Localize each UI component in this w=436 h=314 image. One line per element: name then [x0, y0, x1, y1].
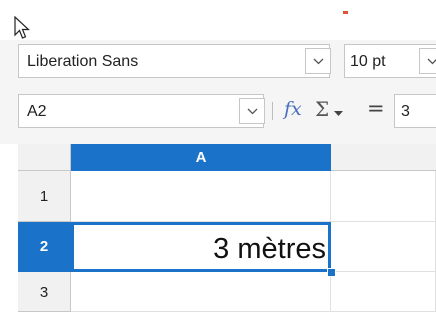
chevron-down-icon [247, 108, 258, 115]
name-box[interactable]: A2 [18, 94, 265, 128]
row-header-1[interactable]: 1 [18, 171, 71, 222]
cell-a1[interactable] [71, 171, 331, 222]
cursor-arrow-icon [14, 16, 30, 39]
font-size-combobox[interactable]: 10 pt [344, 44, 436, 78]
formula-input-value[interactable]: 3 [401, 103, 410, 121]
cell-b2[interactable] [331, 222, 436, 272]
formula-input-line[interactable]: 3 [394, 94, 436, 128]
top-toolbar-strip [0, 0, 436, 40]
chevron-down-icon [427, 58, 436, 65]
chevron-down-icon [313, 58, 324, 65]
fill-handle[interactable] [327, 268, 336, 277]
font-name-combobox[interactable]: Liberation Sans [18, 44, 331, 78]
name-box-dropdown-button[interactable] [239, 98, 265, 124]
font-name-dropdown-button[interactable] [305, 48, 331, 74]
spreadsheet-grid: A 1 2 3 3 mètres [0, 144, 436, 312]
name-box-value[interactable]: A2 [27, 103, 47, 121]
column-header-a[interactable]: A [71, 144, 331, 171]
sigma-dropdown-caret-icon[interactable] [334, 111, 343, 117]
select-all-corner[interactable] [18, 144, 71, 171]
font-toolbar-row: Liberation Sans 10 pt [0, 40, 436, 84]
sigma-icon[interactable]: Σ [315, 97, 329, 121]
formula-bar-separator [272, 102, 273, 120]
column-header-b[interactable] [331, 144, 436, 171]
toolbar-fragment-mark [343, 11, 348, 14]
font-size-dropdown-button[interactable] [419, 48, 436, 74]
cell-a3[interactable] [71, 272, 331, 312]
equals-icon[interactable]: = [367, 96, 385, 120]
row-header-3[interactable]: 3 [18, 272, 71, 312]
cell-b3[interactable] [331, 272, 436, 312]
cell-a2-value: 3 mètres [213, 233, 326, 265]
cell-b1[interactable] [331, 171, 436, 222]
formula-bar: A2 fx Σ = 3 [0, 84, 436, 144]
fx-icon[interactable]: fx [284, 98, 302, 120]
row-header-2[interactable]: 2 [18, 222, 71, 272]
cell-a2-selected[interactable]: 3 mètres [71, 222, 331, 272]
font-name-value[interactable]: Liberation Sans [27, 53, 138, 71]
font-size-value[interactable]: 10 pt [350, 53, 386, 71]
